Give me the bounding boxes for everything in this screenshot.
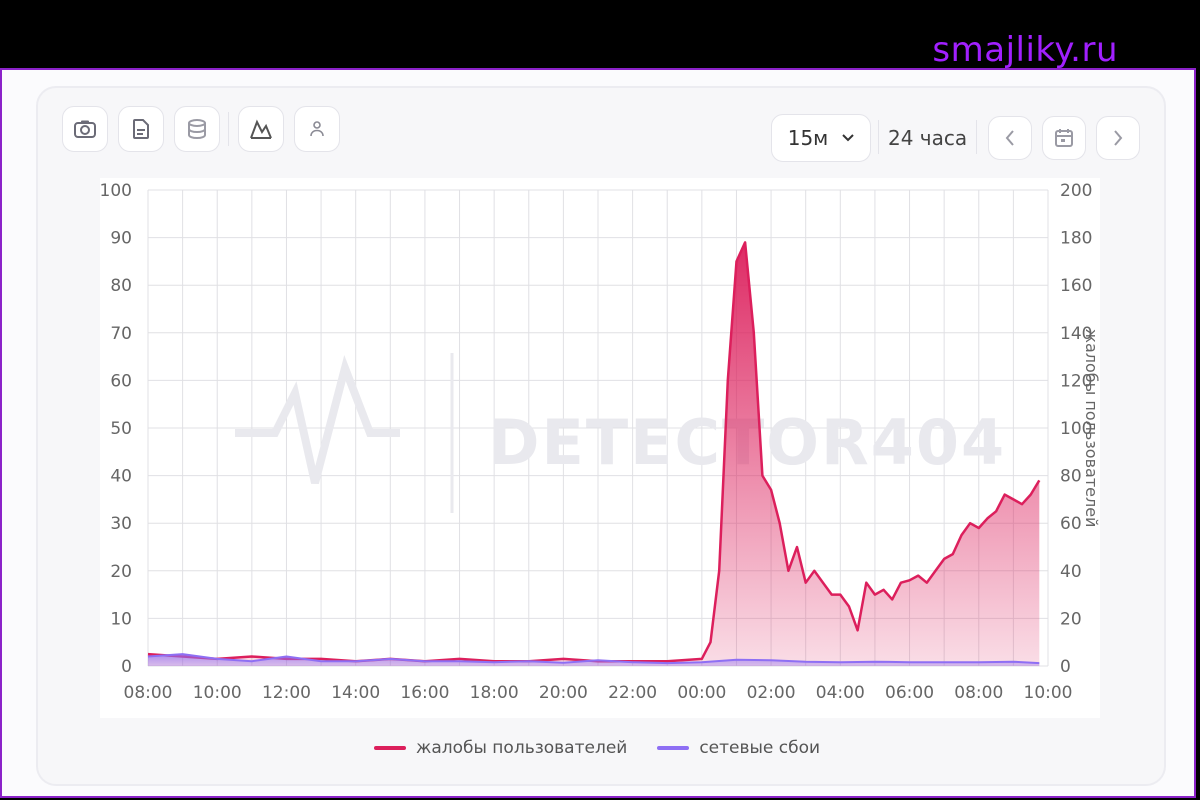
y-left-tick-label: 60 xyxy=(110,371,132,391)
y-left-tick-label: 50 xyxy=(110,419,132,439)
export-document-button[interactable] xyxy=(118,106,164,152)
site-watermark: smajliky.ru xyxy=(932,30,1118,70)
database-icon xyxy=(188,119,206,139)
x-tick-label: 02:00 xyxy=(747,683,796,703)
period-value: 15м xyxy=(787,126,829,150)
camera-icon xyxy=(74,120,96,138)
camera-button[interactable] xyxy=(62,106,108,152)
x-tick-label: 10:00 xyxy=(1024,683,1073,703)
chart-legend: жалобы пользователей сетевые сбои xyxy=(374,738,820,758)
chevron-left-icon xyxy=(1005,130,1014,146)
document-icon xyxy=(133,119,149,139)
y-left-tick-label: 0 xyxy=(121,657,132,677)
x-tick-label: 12:00 xyxy=(262,683,311,703)
y-right-tick-label: 20 xyxy=(1060,609,1082,629)
x-tick-label: 18:00 xyxy=(470,683,519,703)
y-left-tick-label: 40 xyxy=(110,467,132,487)
x-tick-label: 00:00 xyxy=(677,683,726,703)
y-right-tick-label: 0 xyxy=(1060,657,1071,677)
next-period-button[interactable] xyxy=(1096,116,1140,160)
legend-swatch-outages xyxy=(657,746,690,750)
y-left-tick-label: 100 xyxy=(100,181,132,201)
legend-label-outages: сетевые сбои xyxy=(699,738,821,758)
calendar-button[interactable] xyxy=(1042,116,1086,160)
y-right-tick-label: 160 xyxy=(1060,276,1092,296)
y-right-axis-label: жалобы пользователей xyxy=(1082,329,1100,528)
y-left-tick-label: 10 xyxy=(110,609,132,629)
chart-type-button[interactable] xyxy=(238,106,284,152)
y-left-tick-label: 30 xyxy=(110,514,132,534)
legend-item-complaints[interactable]: жалобы пользователей xyxy=(374,738,627,758)
y-right-tick-label: 40 xyxy=(1060,562,1082,582)
x-tick-label: 06:00 xyxy=(885,683,934,703)
legend-swatch-complaints xyxy=(374,746,406,750)
x-tick-label: 08:00 xyxy=(954,683,1003,703)
x-tick-label: 08:00 xyxy=(124,683,173,703)
y-left-tick-label: 90 xyxy=(110,229,132,249)
x-tick-label: 20:00 xyxy=(539,683,588,703)
data-source-button[interactable] xyxy=(174,106,220,152)
toolbar-separator xyxy=(878,120,879,154)
previous-period-button[interactable] xyxy=(988,116,1032,160)
x-tick-label: 22:00 xyxy=(608,683,657,703)
time-range-label: 24 часа xyxy=(888,126,968,150)
toolbar-separator xyxy=(976,120,977,154)
y-right-tick-label: 200 xyxy=(1060,181,1092,201)
chart-type-icon xyxy=(250,119,272,139)
chart-area: DETECTOR40401020304050607080901000204060… xyxy=(63,178,1101,722)
x-tick-label: 10:00 xyxy=(193,683,242,703)
y-left-tick-label: 70 xyxy=(110,324,132,344)
legend-item-outages[interactable]: сетевые сбои xyxy=(657,738,820,758)
y-right-tick-label: 80 xyxy=(1060,467,1082,487)
chevron-down-icon xyxy=(842,134,854,142)
period-select[interactable]: 15м xyxy=(771,114,871,162)
x-tick-label: 04:00 xyxy=(816,683,865,703)
y-left-tick-label: 20 xyxy=(110,562,132,582)
y-right-tick-label: 180 xyxy=(1060,229,1092,249)
x-tick-label: 16:00 xyxy=(400,683,449,703)
user-icon xyxy=(310,121,324,137)
y-right-tick-label: 60 xyxy=(1060,514,1082,534)
legend-label-complaints: жалобы пользователей xyxy=(416,738,628,758)
y-left-tick-label: 80 xyxy=(110,276,132,296)
chevron-right-icon xyxy=(1114,130,1123,146)
calendar-icon xyxy=(1055,129,1073,147)
chart-svg: DETECTOR40401020304050607080901000204060… xyxy=(63,178,1101,718)
user-filter-button[interactable] xyxy=(294,106,340,152)
x-tick-label: 14:00 xyxy=(331,683,380,703)
toolbar-separator xyxy=(228,112,229,146)
